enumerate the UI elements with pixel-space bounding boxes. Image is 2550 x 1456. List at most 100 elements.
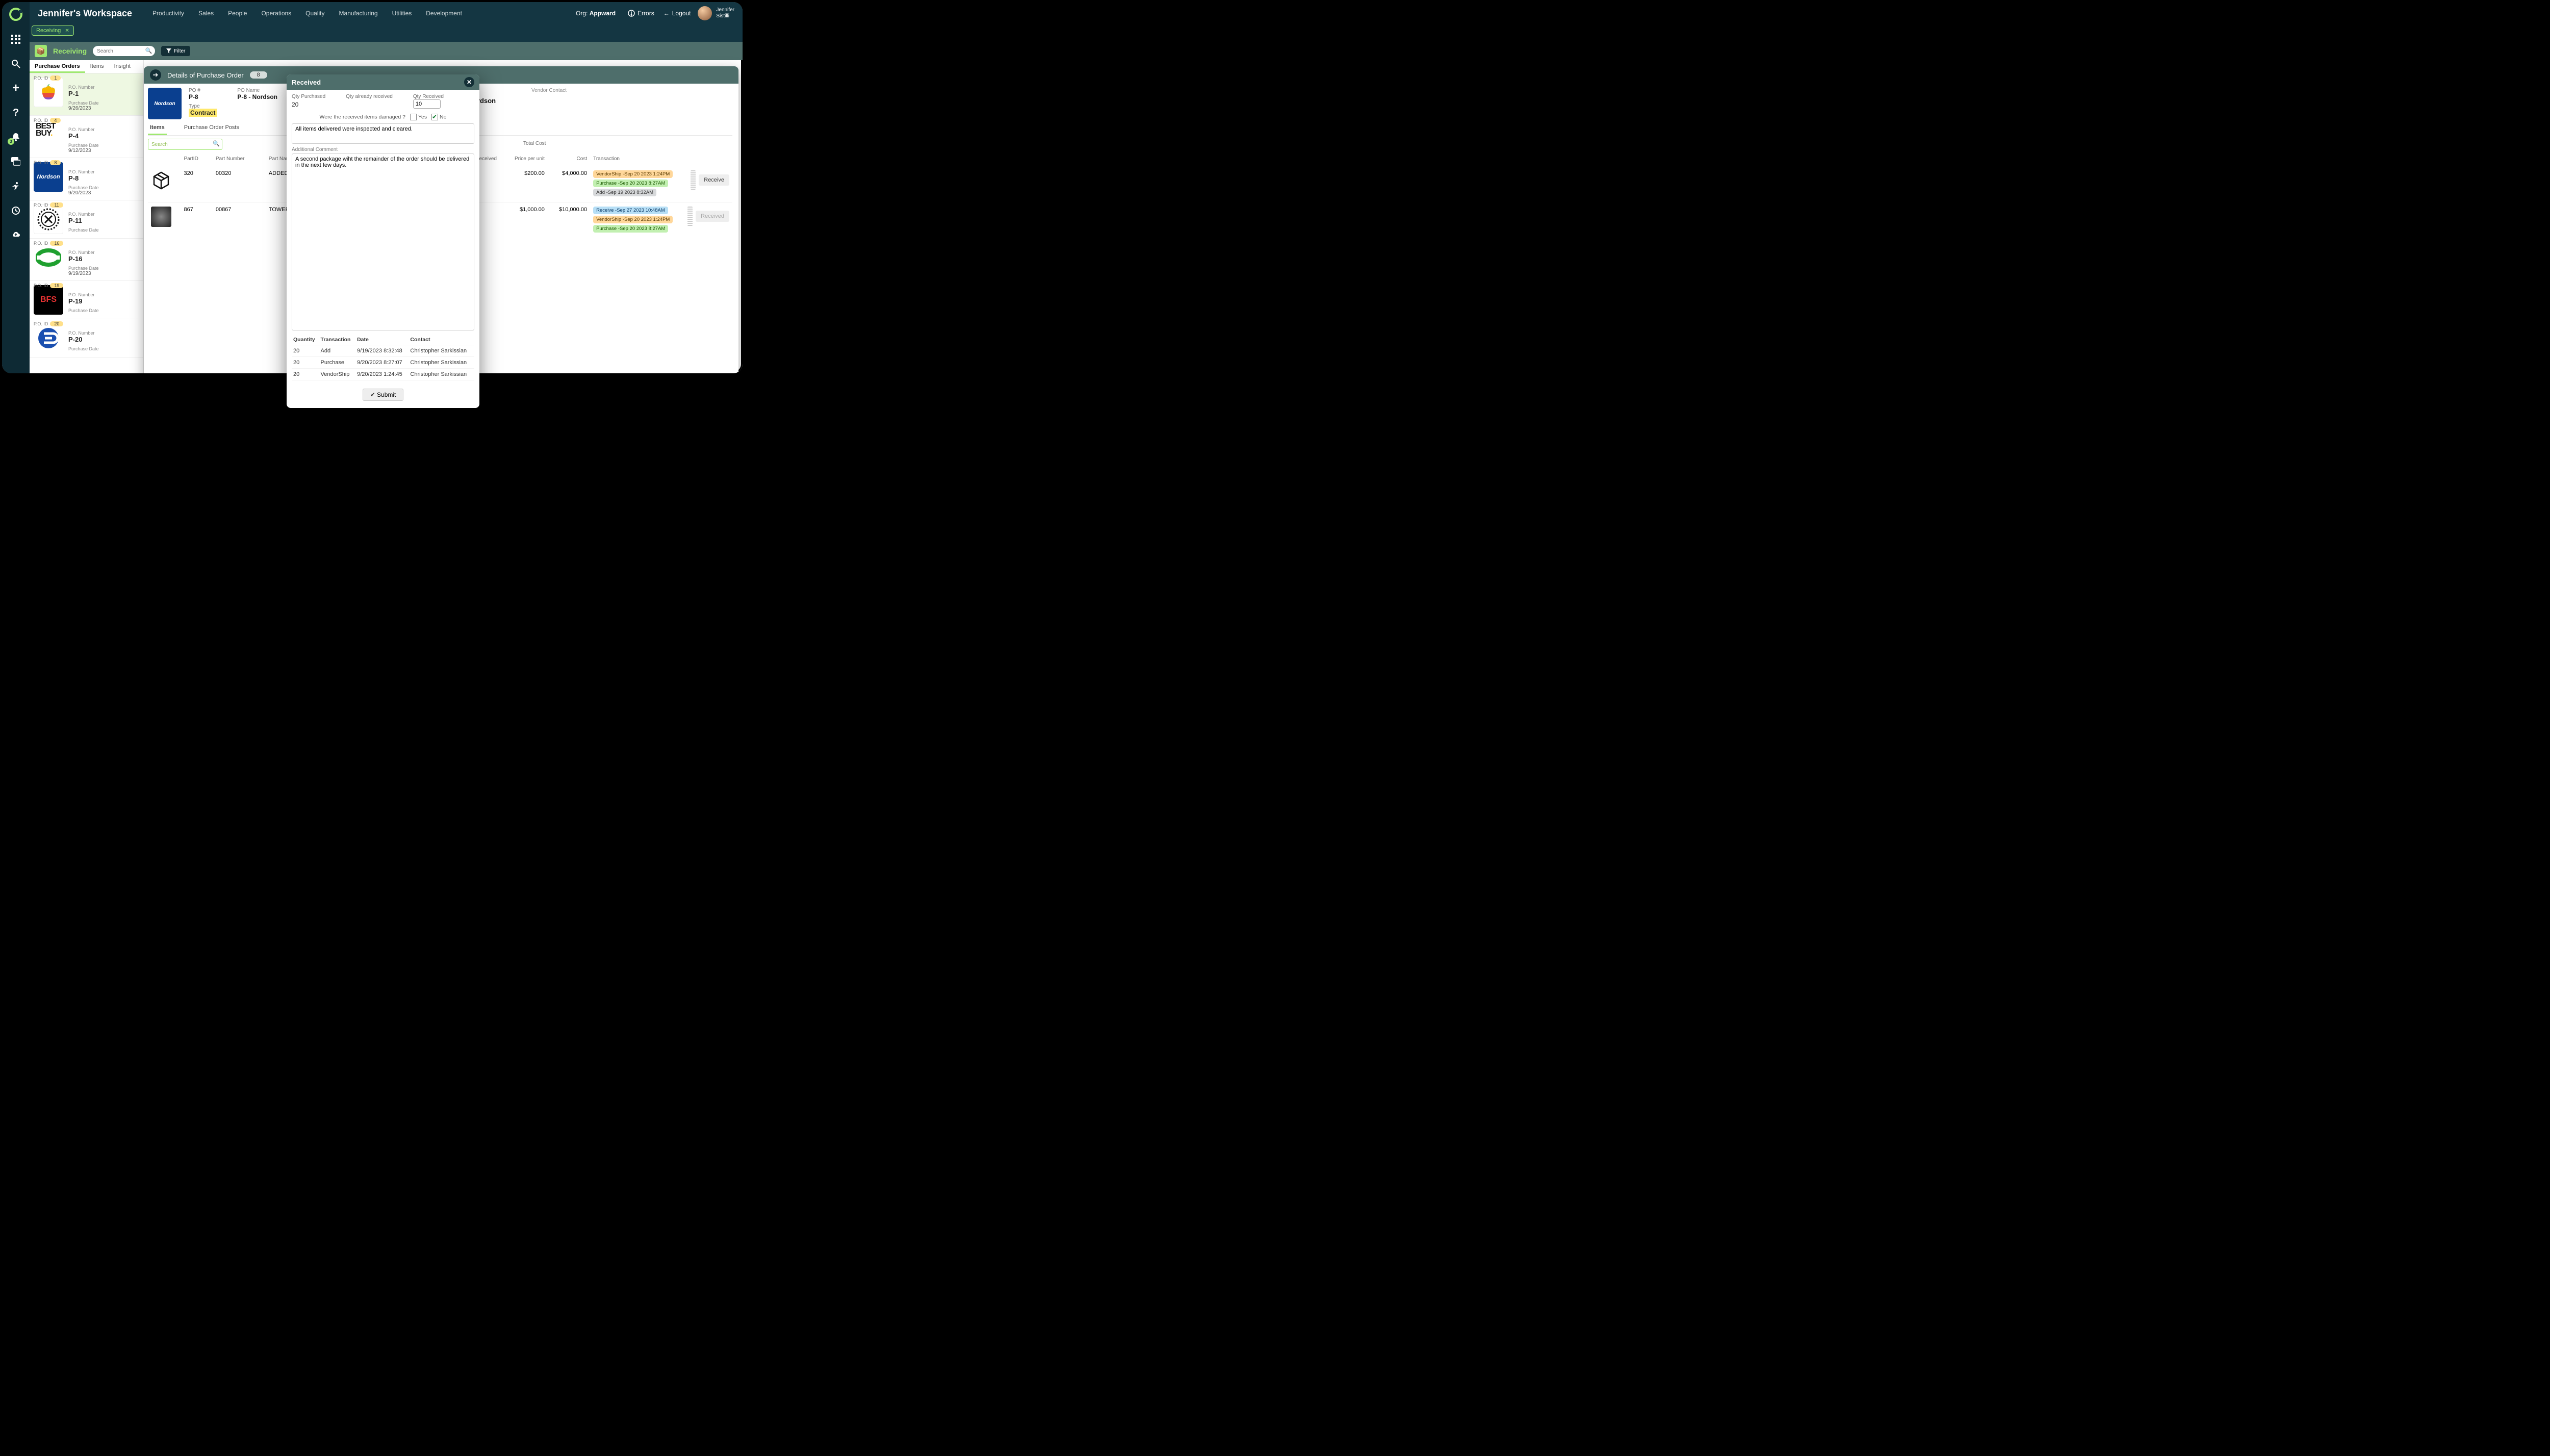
search-icon[interactable]: 🔍 [213,140,220,147]
po-sidebar: Purchase Orders Items Insight P.O. ID1P.… [30,60,144,373]
modal-title: Received [292,79,321,86]
po-meta: P.O. NumberP-16 Purchase Date9/19/2023 [68,243,99,276]
run-icon[interactable] [9,180,22,193]
close-icon[interactable]: ✕ [464,77,474,87]
nav-productivity[interactable]: Productivity [152,10,184,17]
tab-items-detail[interactable]: Items [148,121,167,135]
cell-contact: Christopher Sarkissian [409,369,474,380]
vendor-logo: BESTBUY. [34,120,63,149]
clock-icon[interactable] [9,204,22,217]
close-icon[interactable]: ✕ [65,28,69,34]
nav-utilities[interactable]: Utilities [392,10,412,17]
po-id-label: P.O. ID20 [34,321,66,326]
back-button[interactable]: ➔ [150,69,161,81]
th-ppu: Price per unit [505,154,548,166]
tab-items[interactable]: Items [85,60,109,73]
purchase-date-value: 9/19/2023 [68,271,99,276]
items-search-input[interactable] [148,139,222,150]
cell-contact: Christopher Sarkissian [409,345,474,357]
cloud-upload-icon[interactable] [9,228,22,242]
apps-icon[interactable] [9,33,22,46]
tab-insight[interactable]: Insight [109,60,136,73]
damaged-yes-checkbox[interactable] [410,114,417,120]
po-id-pill: 20 [50,321,63,326]
purchase-date-value: 9/26/2023 [68,106,99,111]
po-card[interactable]: P.O. ID19BFSP.O. NumberP-19Purchase Date [30,281,143,319]
po-number-label: P.O. Number [68,212,99,217]
app-logo [9,7,23,21]
detail-title: Details of Purchase Order [167,71,244,79]
search-icon[interactable]: 🔍 [145,47,152,54]
user-name: JenniferSistilli [716,7,734,19]
vendor-logo: BFS [34,285,63,315]
history-row: 20VendorShip9/20/2023 1:24:45Christopher… [292,369,474,380]
nav-operations[interactable]: Operations [261,10,291,17]
purchase-date-label: Purchase Date [68,308,99,313]
po-number-label: PO # [189,88,217,93]
nav-quality[interactable]: Quality [305,10,324,17]
help-icon[interactable]: ? [9,106,22,119]
vendor-logo [34,78,63,107]
total-cost-label: Total Cost [523,141,546,146]
filter-button[interactable]: Filter [161,46,190,56]
nav-development[interactable]: Development [426,10,462,17]
cell-partid: 320 [181,166,212,202]
cell-cost: $10,000.00 [548,202,590,239]
receive-button[interactable]: Receive [699,174,729,186]
bell-icon[interactable]: 3 [9,131,22,144]
nav-people[interactable]: People [228,10,247,17]
drag-handle-icon[interactable] [687,207,693,226]
po-card[interactable]: P.O. ID1P.O. NumberP-1Purchase Date9/26/… [30,73,143,116]
vendor-logo: Nordson [34,162,63,192]
tab-purchase-orders[interactable]: Purchase Orders [30,60,85,73]
search-icon[interactable] [9,57,22,70]
breadcrumb-chip[interactable]: Receiving ✕ [32,25,74,36]
tab-po-posts[interactable]: Purchase Order Posts [182,121,241,135]
po-card[interactable]: P.O. ID20P.O. NumberP-20Purchase Date [30,319,143,357]
detail-id-pill: 8 [250,71,267,79]
po-name-value: P-8 - Nordson [237,93,277,100]
po-meta: P.O. NumberP-1Purchase Date9/26/2023 [68,78,99,111]
left-rail: + ? 3 [2,2,30,373]
cell-partnum: 00867 [213,202,266,239]
submit-button[interactable]: Submit [363,389,404,401]
avatar[interactable] [698,6,712,20]
po-number-label: P.O. Number [68,292,99,297]
purchase-date-label: Purchase Date [68,266,99,271]
qty-purchased-label: Qty Purchased [292,94,325,99]
po-card[interactable]: P.O. ID8NordsonP.O. NumberP-8Purchase Da… [30,158,143,200]
additional-comment-input[interactable] [292,154,474,330]
nav-manufacturing[interactable]: Manufacturing [339,10,378,17]
po-card[interactable]: P.O. ID16P.O. NumberP-16Purchase Date9/1… [30,239,143,281]
org-label: Org: Appward [576,10,616,17]
damaged-no-checkbox[interactable] [431,114,438,120]
txn-tag: Purchase -Sep 20 2023 8:27AM [593,180,668,187]
type-value: Contract [189,109,217,117]
plus-icon[interactable]: + [9,82,22,95]
po-id-pill: 16 [50,241,63,246]
damaged-question: Were the received items damaged ? Yes No [292,114,474,120]
nav-sales[interactable]: Sales [198,10,214,17]
receiving-icon: 📦 [35,45,47,57]
po-number-label: P.O. Number [68,169,99,174]
cell-ppu: $200.00 [505,166,548,202]
po-card[interactable]: P.O. ID4BESTBUY.P.O. NumberP-4Purchase D… [30,116,143,158]
po-id-pill: 11 [50,202,63,208]
inspection-note-input[interactable] [292,123,474,144]
purchase-date-label: Purchase Date [68,227,99,233]
po-list[interactable]: P.O. ID1P.O. NumberP-1Purchase Date9/26/… [30,73,143,373]
po-card[interactable]: P.O. ID11P.O. NumberP-11Purchase Date [30,200,143,239]
logout-button[interactable]: ←Logout [664,10,691,17]
chat-icon[interactable] [9,155,22,168]
qty-received-input[interactable] [413,99,441,109]
top-nav: Jennifer's Workspace Productivity Sales … [30,2,743,42]
po-meta: P.O. NumberP-4Purchase Date9/12/2023 [68,120,99,154]
txn-tag: Receive -Sep 27 2023 10:48AM [593,207,668,214]
po-number-label: P.O. Number [68,250,99,255]
cell-date: 9/20/2023 8:27:07 [355,357,409,369]
po-id-label: P.O. ID8 [34,160,66,165]
po-number-value: P-16 [68,255,99,263]
errors-button[interactable]: Errors [628,10,654,17]
cell-qty: 20 [292,345,319,357]
drag-handle-icon[interactable] [691,170,696,190]
